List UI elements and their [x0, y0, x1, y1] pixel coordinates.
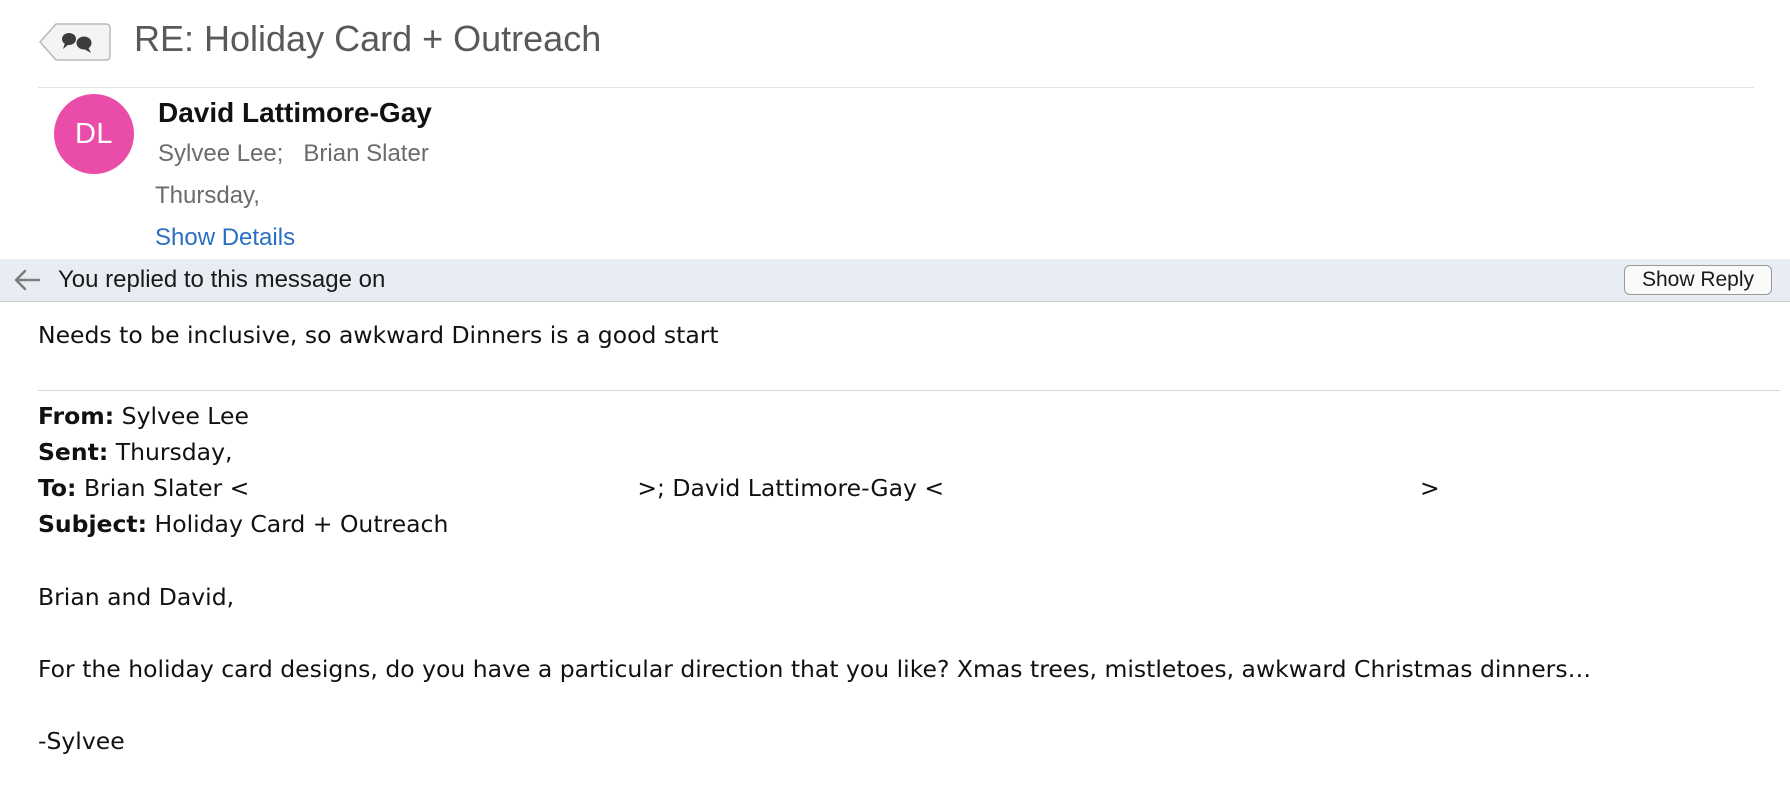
subject-value: Holiday Card + Outreach [154, 510, 449, 538]
sent-date: Thursday, [155, 182, 260, 209]
to-value-end: > [1420, 474, 1440, 502]
subject-label: Subject: [38, 510, 148, 538]
recipient-sylvee-lee[interactable]: Sylvee Lee; [158, 140, 283, 168]
from-value: Sylvee Lee [121, 402, 249, 430]
show-reply-button[interactable]: Show Reply [1624, 265, 1772, 295]
message-subject: RE: Holiday Card + Outreach [134, 18, 602, 59]
sender-name[interactable]: David Lattimore-Gay [158, 97, 432, 129]
show-details-link[interactable]: Show Details [155, 224, 295, 252]
to-value: Brian Slater < [83, 474, 250, 502]
from-label: From: [38, 402, 115, 430]
quoted-from: From: Sylvee Lee [38, 402, 249, 430]
recipients-line: Sylvee Lee; Brian Slater [158, 140, 429, 168]
sent-label: Sent: [38, 438, 109, 466]
header-divider [38, 87, 1754, 88]
conversation-icon[interactable] [38, 22, 112, 62]
body-paragraph: For the holiday card designs, do you hav… [38, 655, 1592, 683]
quoted-sent: Sent: Thursday, [38, 438, 232, 466]
quoted-subject: Subject: Holiday Card + Outreach [38, 510, 448, 538]
avatar: DL [54, 94, 134, 174]
replied-banner-text: You replied to this message on [58, 266, 386, 293]
quoted-to: To: Brian Slater < >; David Lattimore-Gay… [38, 474, 944, 502]
speech-bubbles-icon [38, 23, 111, 61]
quote-divider [38, 390, 1780, 391]
to-value-2: >; David Lattimore-Gay < [637, 474, 945, 502]
back-arrow-icon [12, 268, 42, 292]
sent-value: Thursday, [115, 438, 233, 466]
reply-text: Needs to be inclusive, so awkward Dinner… [38, 321, 719, 349]
recipient-brian-slater[interactable]: Brian Slater [303, 140, 428, 168]
to-label: To: [38, 474, 77, 502]
signoff: -Sylvee [38, 727, 125, 755]
greeting: Brian and David, [38, 583, 235, 611]
